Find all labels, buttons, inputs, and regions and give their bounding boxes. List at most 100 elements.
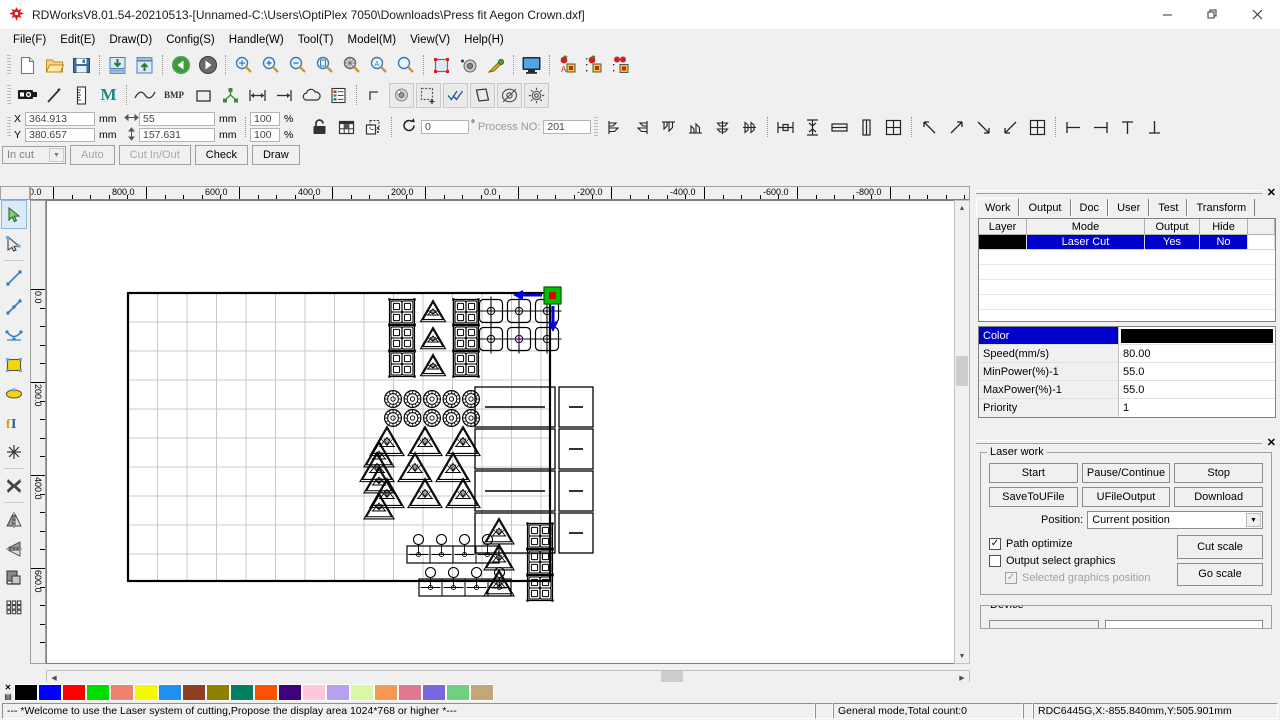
toolbar-grip[interactable] [7, 85, 11, 105]
palette-scroll-icon[interactable]: ▤ [4, 692, 12, 701]
align-center-h-icon[interactable] [710, 115, 735, 140]
tab-output[interactable]: Output [1019, 199, 1071, 216]
tab-transform[interactable]: Transform [1187, 199, 1256, 216]
dist-h-icon[interactable] [773, 115, 798, 140]
toolbar-grip[interactable] [7, 117, 11, 137]
download-button[interactable]: Download [1174, 487, 1264, 507]
scroll-down-icon[interactable]: ▼ [955, 649, 969, 663]
export-icon[interactable] [132, 53, 157, 78]
cut-scale-button[interactable]: Cut scale [1177, 535, 1263, 559]
vertical-ruler[interactable]: 0.0 200.0 400.0 600.0 [30, 200, 46, 664]
origin-bottomleft-icon[interactable] [998, 115, 1023, 140]
undo-icon[interactable] [168, 53, 193, 78]
start-button[interactable]: Start [989, 463, 1078, 483]
go-scale-button[interactable]: Go scale [1177, 562, 1263, 586]
marquee-icon[interactable] [416, 82, 441, 108]
text-tool[interactable]: f I [1, 408, 27, 437]
rotation-input[interactable]: 0 [421, 120, 469, 134]
prop-minpower-value[interactable]: 55.0 [1119, 363, 1275, 380]
corner-icon[interactable] [362, 83, 387, 108]
align-both-icon[interactable] [245, 83, 270, 108]
measure-left-icon[interactable] [1061, 115, 1086, 140]
prop-speed[interactable]: Speed(mm/s) 80.00 [979, 345, 1275, 363]
palette-controls[interactable]: ✕ ▤ [2, 682, 14, 702]
frame-icon[interactable] [429, 53, 454, 78]
prop-maxpower[interactable]: MaxPower(%)-1 55.0 [979, 381, 1275, 399]
redo-icon[interactable] [195, 53, 220, 78]
device-select[interactable] [1105, 620, 1263, 628]
menu-model[interactable]: Model(M) [341, 32, 404, 48]
origin-center-icon[interactable] [1025, 115, 1050, 140]
line-tool[interactable] [1, 263, 27, 292]
palette-color-swatch[interactable] [278, 683, 302, 701]
prop-minpower[interactable]: MinPower(%)-1 55.0 [979, 363, 1275, 381]
table-row[interactable]: Laser Cut Yes No [979, 235, 1275, 250]
palette-color-swatch[interactable] [230, 683, 254, 701]
menu-help[interactable]: Help(H) [457, 32, 511, 48]
rotate-icon[interactable] [400, 116, 419, 138]
array-tool[interactable] [1, 592, 27, 621]
menu-draw[interactable]: Draw(D) [102, 32, 159, 48]
tab-test[interactable]: Test [1149, 199, 1188, 216]
y-input[interactable]: 380.657 [25, 128, 95, 142]
align-right-icon[interactable] [272, 83, 297, 108]
origin-topright-icon[interactable] [944, 115, 969, 140]
auto-button[interactable]: Auto [70, 145, 115, 165]
zoom-in-icon[interactable] [258, 53, 283, 78]
toolbar-grip[interactable] [594, 117, 599, 137]
palette-color-swatch[interactable] [302, 683, 326, 701]
palette-color-swatch[interactable] [206, 683, 230, 701]
scale-x-input[interactable]: 100 [250, 112, 280, 126]
restore-button[interactable] [1190, 0, 1235, 30]
menu-view[interactable]: View(V) [403, 32, 457, 48]
palette-color-swatch[interactable] [86, 683, 110, 701]
pen-icon[interactable] [483, 53, 508, 78]
save-file-icon[interactable] [69, 53, 94, 78]
palette-color-swatch[interactable] [134, 683, 158, 701]
rectangle-tool[interactable] [1, 350, 27, 379]
measure-m-icon[interactable]: M [96, 83, 121, 108]
menu-file[interactable]: File(F) [6, 32, 53, 48]
tab-doc[interactable]: Doc [1070, 199, 1109, 216]
camera-icon[interactable] [15, 83, 40, 108]
zoom-area-icon[interactable]: A [366, 53, 391, 78]
menu-edit[interactable]: Edit(E) [53, 32, 102, 48]
wand-icon[interactable] [42, 83, 67, 108]
laser-head-icon[interactable] [456, 53, 481, 78]
palette-color-swatch[interactable] [254, 683, 278, 701]
process-no-input[interactable]: 201 [543, 120, 592, 134]
zoom-page-icon[interactable] [312, 53, 337, 78]
layer-properties[interactable]: Color Speed(mm/s) 80.00 MinPower(%)-1 55… [978, 326, 1276, 418]
scale-y-input[interactable]: 100 [250, 128, 280, 142]
palette-color-swatch[interactable] [470, 683, 494, 701]
palette-color-swatch[interactable] [62, 683, 86, 701]
offset-tool[interactable] [1, 563, 27, 592]
gear-icon[interactable] [524, 82, 549, 108]
align-left-icon[interactable] [602, 115, 627, 140]
vertical-scroll-thumb[interactable] [956, 356, 968, 386]
palette-color-swatch[interactable] [374, 683, 398, 701]
preview-icon[interactable] [519, 53, 544, 78]
ruler-icon[interactable] [69, 83, 94, 108]
same-height-icon[interactable] [854, 115, 879, 140]
palette-color-swatch[interactable] [110, 683, 134, 701]
select-tool[interactable] [1, 200, 27, 229]
rect-icon[interactable] [191, 83, 216, 108]
close-button[interactable] [1235, 0, 1280, 30]
position-select[interactable]: Current position ▼ [1087, 511, 1263, 529]
x-input[interactable]: 364.913 [25, 112, 95, 126]
prop-color-swatch[interactable] [1121, 328, 1273, 343]
slant-icon[interactable] [470, 82, 495, 108]
pause-continue-button[interactable]: Pause/Continue [1081, 463, 1171, 483]
minimize-button[interactable] [1145, 0, 1190, 30]
curve-icon[interactable] [132, 83, 157, 108]
origin-topleft-icon[interactable] [917, 115, 942, 140]
palette-color-swatch[interactable] [158, 683, 182, 701]
laser-panel-close-icon[interactable]: ✕ [1267, 436, 1276, 449]
node-edit-tool[interactable] [1, 229, 27, 258]
draw-button[interactable]: Draw [251, 145, 300, 165]
import-icon[interactable] [105, 53, 130, 78]
lock-icon[interactable] [307, 115, 332, 140]
dist-v-icon[interactable] [800, 115, 825, 140]
array-copy2-icon[interactable] [582, 53, 607, 78]
